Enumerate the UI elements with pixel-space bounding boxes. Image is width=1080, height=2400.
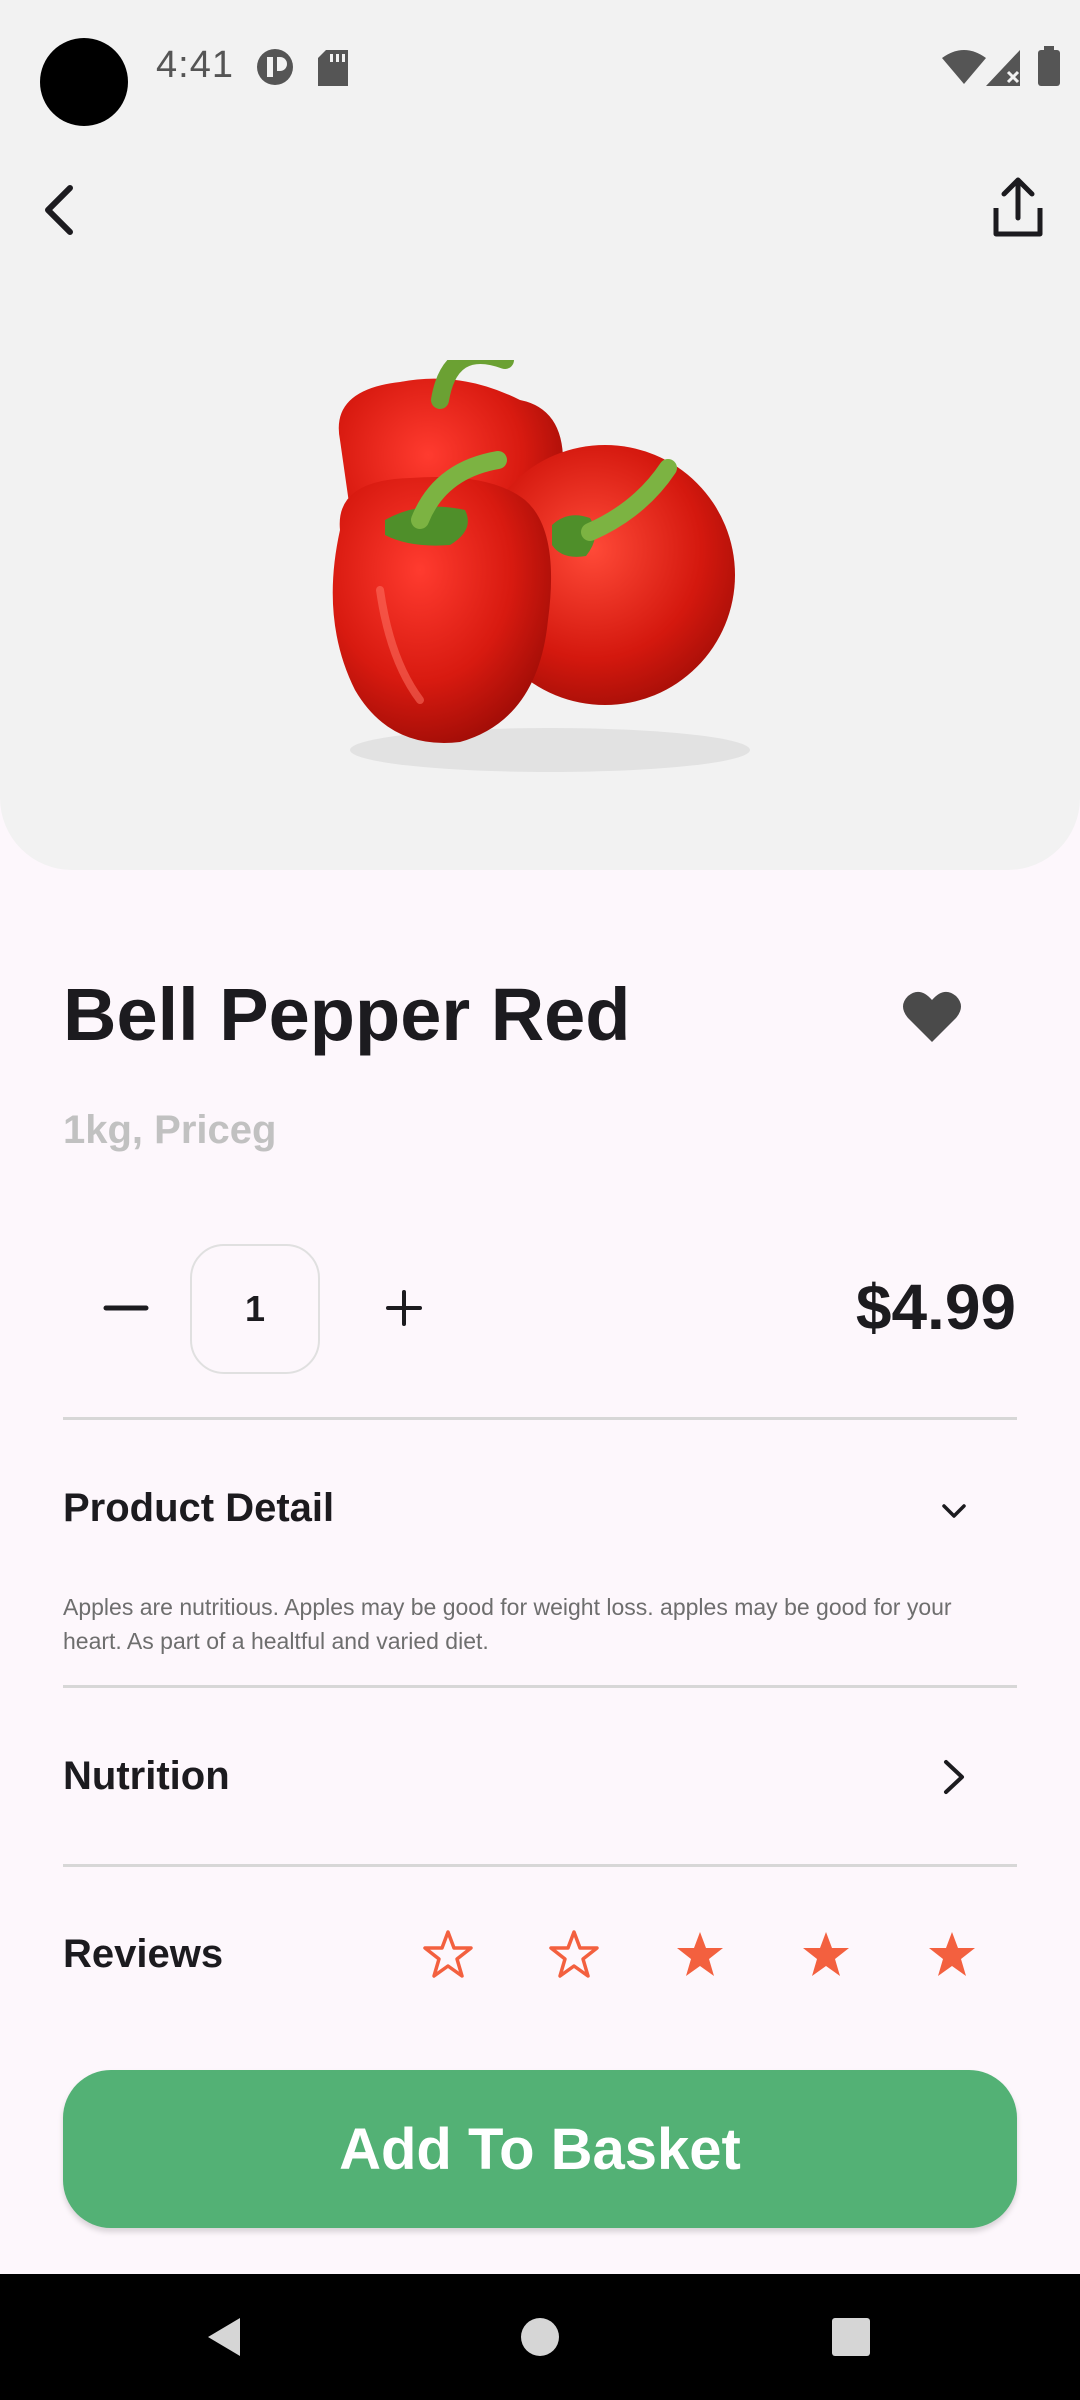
quantity-value: 1 [190,1244,320,1374]
camera-cutout [40,38,128,126]
back-icon[interactable] [200,2312,250,2362]
status-bar: 4:41 [0,0,1080,136]
product-subtitle: 1kg, Priceg [63,1108,277,1152]
star-filled-icon[interactable] [922,1924,982,1984]
recents-icon[interactable] [826,2312,876,2362]
reviews-title[interactable]: Reviews [63,1932,223,1977]
star-outline-icon[interactable] [544,1924,604,1984]
sd-card-icon [318,50,348,86]
chevron-down-icon[interactable] [936,1496,972,1524]
media-icon [257,49,293,85]
divider [63,1685,1017,1688]
add-to-basket-button[interactable]: Add To Basket [63,2070,1017,2228]
chevron-right-icon[interactable] [936,1754,972,1800]
divider [63,1417,1017,1420]
status-time: 4:41 [156,44,234,86]
star-filled-icon[interactable] [796,1924,856,1984]
product-detail-text: Apples are nutritious. Apples may be goo… [63,1594,952,1654]
product-price: $4.99 [855,1271,1016,1343]
divider [63,1864,1017,1867]
back-button[interactable] [28,170,108,250]
navigation-bar [0,2274,1080,2400]
rating-stars[interactable] [418,1924,998,1984]
product-title: Bell Pepper Red [63,973,631,1056]
product-image [332,360,750,772]
star-filled-icon[interactable] [670,1924,730,1984]
nutrition-title[interactable]: Nutrition [63,1754,230,1799]
battery-icon [1038,46,1060,86]
product-detail-title[interactable]: Product Detail [63,1486,334,1531]
home-icon[interactable] [515,2312,565,2362]
share-button[interactable] [978,170,1058,250]
wifi-icon [942,50,986,84]
decrease-quantity-button[interactable] [100,1282,152,1334]
star-outline-icon[interactable] [418,1924,478,1984]
increase-quantity-button[interactable] [378,1282,430,1334]
signal-icon [986,50,1020,86]
favorite-heart-icon[interactable] [902,988,962,1044]
